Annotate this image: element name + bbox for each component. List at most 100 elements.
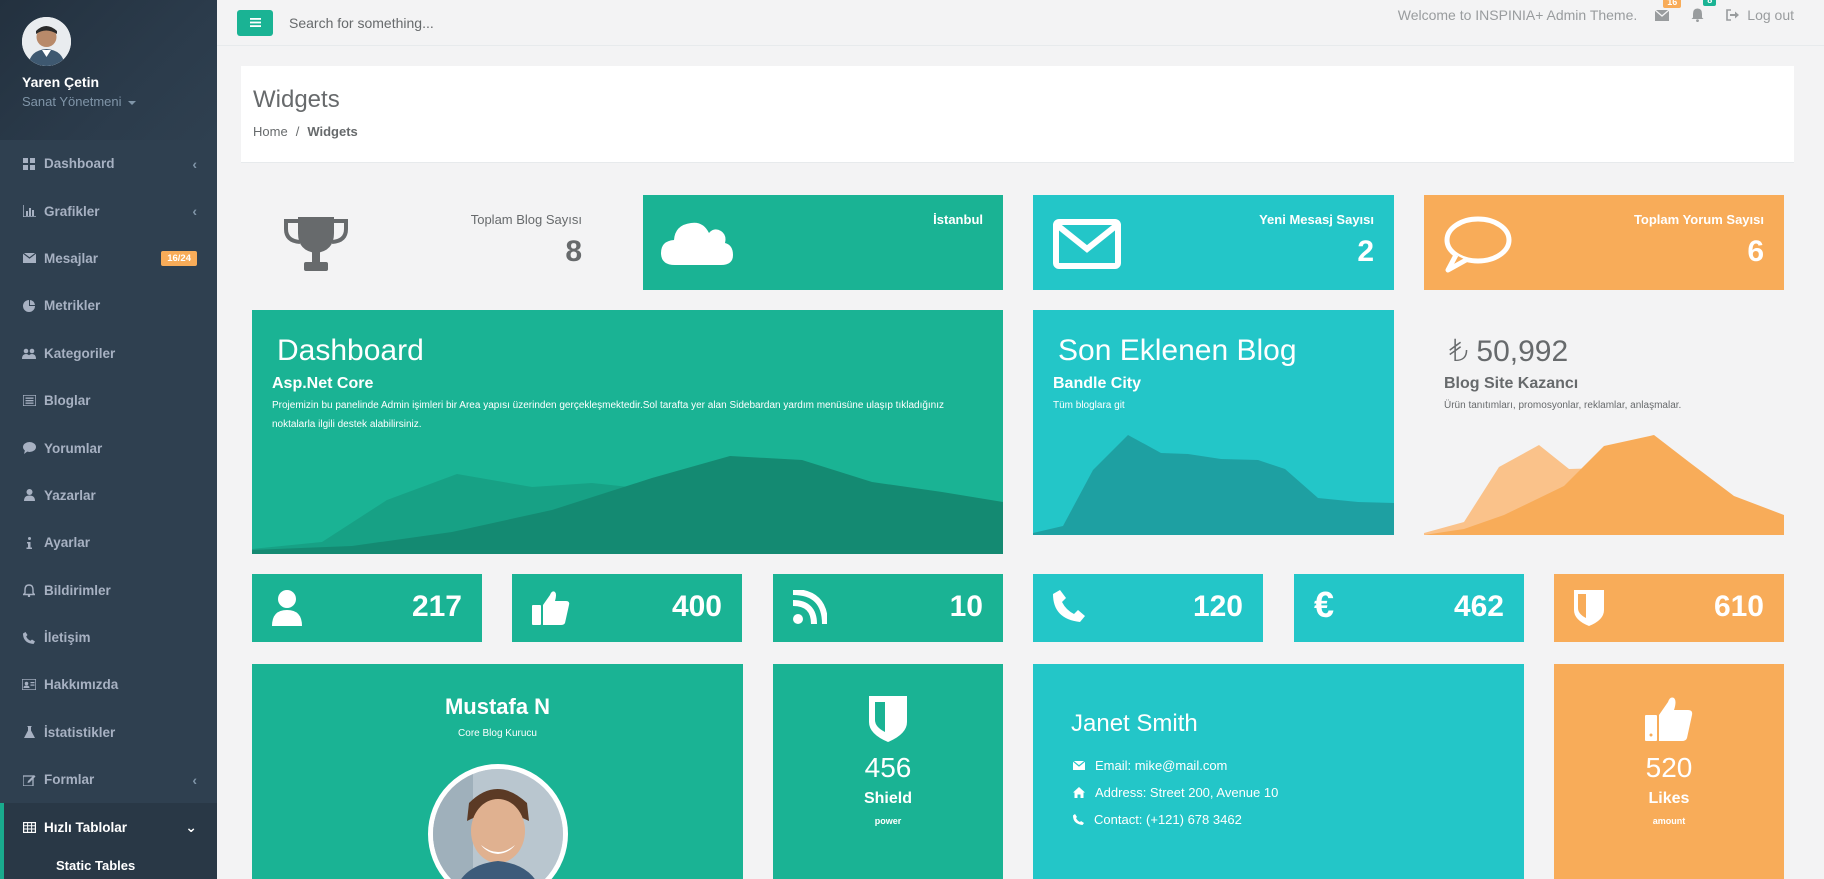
sidebar-item-label: Hakkımızda [44, 677, 119, 693]
mini-stat-likes[interactable]: 400 [512, 574, 742, 642]
sidebar-item-mesajlar[interactable]: Mesajlar 16/24 [0, 235, 217, 282]
sidebar-item-label: Yazarlar [44, 487, 96, 503]
shield-card[interactable]: 456 Shield power [773, 664, 1003, 879]
sidebar-item-dashboard[interactable]: Dashboard ‹ [0, 140, 217, 187]
chevron-left-icon: ‹ [192, 771, 197, 788]
search-input[interactable] [289, 14, 689, 31]
thumbs-up-icon [1554, 696, 1784, 745]
welcome-message: Welcome to INSPINIA+ Admin Theme. [1397, 7, 1638, 23]
new-messages-widget[interactable]: Yeni Mesasj Sayısı 2 [1033, 195, 1394, 290]
latest-blog-widget[interactable]: Son Eklenen Blog Bandle City Tüm bloglar… [1033, 310, 1394, 535]
user-icon [272, 590, 302, 629]
earnings-value: ₺ 50,992 [1449, 335, 1569, 368]
new-messages-value: 2 [1357, 235, 1374, 268]
earnings-subtitle: Blog Site Kazancı [1444, 375, 1579, 392]
sidebar-item-bloglar[interactable]: Bloglar [0, 377, 217, 424]
comments-count-widget[interactable]: Toplam Yorum Sayısı 6 [1424, 195, 1784, 290]
avatar[interactable] [22, 17, 71, 66]
latest-blog-title: Son Eklenen Blog [1058, 334, 1297, 367]
sidebar-item-label: Mesajlar [44, 250, 99, 266]
comment-icon [1442, 215, 1512, 276]
mini-stat-phone[interactable]: 120 [1033, 574, 1263, 642]
mini-stat-shield[interactable]: 610 [1554, 574, 1784, 642]
sidebar-item-label: Bildirimler [44, 582, 111, 598]
edit-icon [22, 773, 36, 787]
envelope-icon [1073, 761, 1085, 770]
weather-widget[interactable]: İstanbul [643, 195, 1003, 290]
envelope-icon [1053, 219, 1121, 272]
profile-photo [428, 764, 568, 879]
sidebar-item-hakkimizda[interactable]: Hakkımızda [0, 661, 217, 708]
sidebar-item-label: Ayarlar [44, 535, 91, 551]
flask-icon [22, 725, 36, 739]
likes-card[interactable]: 520 Likes amount [1554, 664, 1784, 879]
blog-count-widget[interactable]: Toplam Blog Sayısı 8 [252, 195, 602, 290]
sidebar-item-bildirimler[interactable]: Bildirimler [0, 567, 217, 614]
logout-label: Log out [1747, 7, 1794, 23]
shield-card-label: Shield [863, 790, 912, 807]
latest-blog-link[interactable]: Tüm bloglara git [1053, 396, 1125, 415]
sidebar-item-iletisim[interactable]: İletişim [0, 614, 217, 661]
message-count-badge: 16/24 [161, 250, 197, 266]
mini-stat-users[interactable]: 217 [252, 574, 482, 642]
rss-icon [792, 589, 828, 627]
page-heading: Widgets Home / Widgets [241, 66, 1794, 163]
mini-stat-rss[interactable]: 10 [773, 574, 1003, 642]
earnings-text: Ürün tanıtımları, promosyonlar, reklamla… [1444, 400, 1682, 411]
sidebar-menu: Dashboard ‹ Grafikler ‹ Mesajlar 16/24 M… [0, 140, 217, 879]
breadcrumb: Home / Widgets [253, 124, 1782, 139]
user-name[interactable]: Yaren Çetin [22, 74, 217, 90]
contact-email-row: Email: mike@mail.com [1073, 758, 1227, 773]
logout-link[interactable]: Log out [1726, 7, 1794, 23]
sidebar-item-formlar[interactable]: Formlar ‹ [0, 756, 217, 803]
contact-card[interactable]: Janet Smith Email: mike@mail.com Address… [1033, 664, 1524, 879]
notifications-button[interactable]: 8 [1691, 0, 1717, 22]
profile-card-role: Core Blog Kurucu [458, 728, 537, 739]
shield-icon [1574, 590, 1604, 629]
phone-icon [1073, 814, 1084, 825]
sidebar-item-yorumlar[interactable]: Yorumlar [0, 424, 217, 471]
envelope-icon [1655, 9, 1670, 21]
breadcrumb-current: Widgets [307, 124, 358, 139]
trophy-icon [284, 215, 348, 276]
sidebar-item-label: Hızlı Tablolar [44, 819, 128, 835]
blog-count-value: 8 [565, 235, 582, 268]
user-role[interactable]: Sanat Yönetmeni [22, 94, 217, 109]
shield-card-value: 456 [864, 752, 912, 783]
sidebar-item-label: Bloglar [44, 393, 91, 409]
sidebar-item-label: Formlar [44, 772, 95, 788]
breadcrumb-home[interactable]: Home [253, 124, 288, 139]
users-icon [22, 346, 36, 360]
earnings-widget: ₺ 50,992 Blog Site Kazancı Ürün tanıtıml… [1424, 310, 1784, 535]
envelope-icon [22, 251, 36, 265]
sidebar-item-istatistikler[interactable]: İstatistikler [0, 709, 217, 756]
list-icon [22, 394, 36, 408]
mail-count-badge: 16 [1663, 0, 1682, 8]
phone-icon [1053, 590, 1085, 625]
user-icon [22, 488, 36, 502]
menu-toggle-button[interactable] [237, 9, 273, 36]
mini-stat-euro[interactable]: € 462 [1294, 574, 1524, 642]
euro-icon: € [1314, 584, 1335, 625]
sidebar-subitem-static-tables[interactable]: Static Tables [0, 850, 217, 879]
sidebar-item-grafikler[interactable]: Grafikler ‹ [0, 187, 217, 234]
sidebar-item-hizli-tablolar[interactable]: Hızlı Tablolar ⌄ [0, 803, 217, 851]
contact-email[interactable]: Email: mike@mail.com [1095, 758, 1227, 773]
sidebar-item-yazarlar[interactable]: Yazarlar [0, 472, 217, 519]
sidebar-item-label: Kategoriler [44, 345, 116, 361]
dashboard-hero-title: Dashboard [277, 334, 424, 367]
messages-button[interactable]: 16 [1655, 0, 1682, 21]
mini-stat-value: 462 [1453, 590, 1504, 623]
profile-card[interactable]: Mustafa N Core Blog Kurucu [252, 664, 743, 879]
shield-card-sub: power [874, 816, 902, 826]
contact-phone: Contact: (+121) 678 3462 [1094, 812, 1242, 827]
sidebar-item-metrikler[interactable]: Metrikler [0, 282, 217, 329]
sidebar-item-label: Grafikler [44, 203, 100, 219]
hamburger-icon [249, 18, 261, 27]
sidebar-item-kategoriler[interactable]: Kategoriler [0, 330, 217, 377]
mini-stat-value: 120 [1192, 590, 1243, 623]
caret-down-icon [127, 100, 136, 105]
sidebar-item-label: İletişim [44, 630, 91, 646]
sidebar-item-ayarlar[interactable]: Ayarlar [0, 519, 217, 566]
mini-stat-value: 400 [671, 590, 722, 623]
